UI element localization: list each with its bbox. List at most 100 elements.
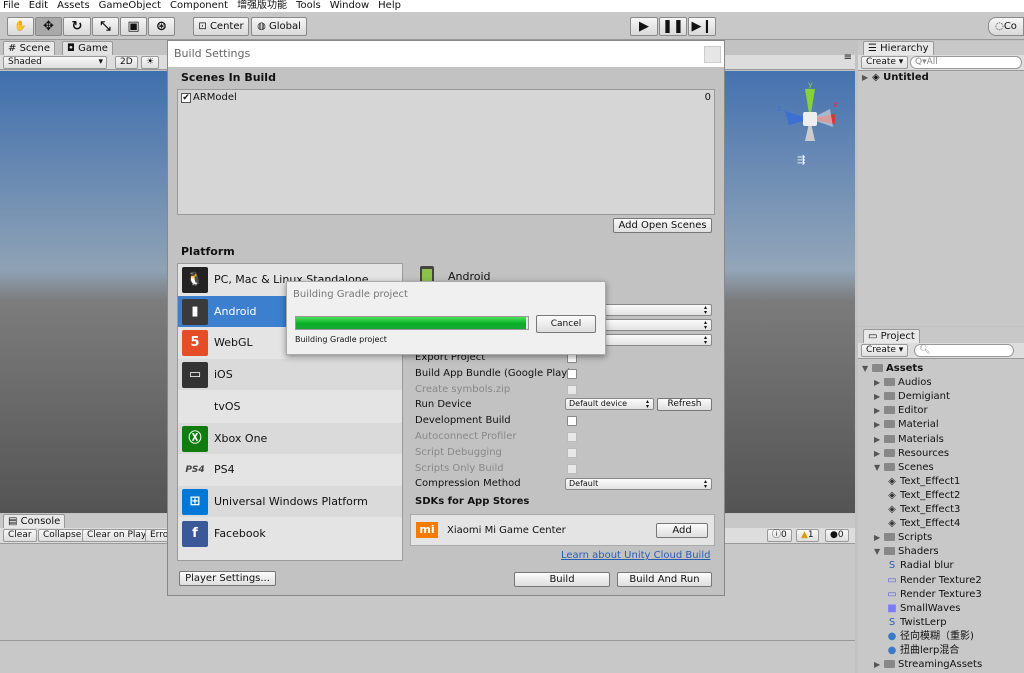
scale-tool-icon[interactable]: ⤡ <box>92 17 119 36</box>
console-error-count[interactable]: ●0 <box>825 529 849 542</box>
menu-item[interactable]: Tools <box>296 0 321 11</box>
rotate-tool-icon[interactable]: ↻ <box>63 17 91 36</box>
menu-item[interactable]: GameObject <box>99 0 161 11</box>
scenes-list[interactable]: ✔ ARModel 0 <box>177 89 715 215</box>
2d-toggle[interactable]: 2D <box>115 56 138 69</box>
menu-item[interactable]: Assets <box>57 0 90 11</box>
collapse-arrow-icon[interactable]: ▶ <box>874 390 884 404</box>
collab-button[interactable]: ◌Co <box>988 17 1024 36</box>
tab-scene[interactable]: # Scene <box>3 41 56 55</box>
run-device-dropdown[interactable]: Default device <box>565 398 654 410</box>
transform-tool-icon[interactable]: ⊛ <box>148 17 175 36</box>
console-warning-count[interactable]: ▲1 <box>796 529 819 542</box>
tab-project[interactable]: ▭ Project <box>863 329 920 343</box>
menu-item[interactable]: Help <box>378 0 401 11</box>
compression-method-dropdown[interactable]: Default <box>565 478 712 490</box>
menu-item[interactable]: Window <box>330 0 369 11</box>
project-item[interactable]: ▶ Materials <box>874 433 944 447</box>
play-button[interactable]: ▶ <box>630 17 658 36</box>
menu-item[interactable]: File <box>3 0 20 11</box>
collapse-arrow-icon[interactable]: ▶ <box>874 418 884 432</box>
collapse-arrow-icon[interactable]: ▶ <box>874 658 884 672</box>
tab-hierarchy[interactable]: ☰ Hierarchy <box>863 41 934 55</box>
tab-console[interactable]: ▤ Console <box>3 514 66 528</box>
hierarchy-root-item[interactable]: ▶ ◈ Untitled <box>862 71 929 85</box>
panel-menu-icon[interactable]: ≡ <box>844 52 852 63</box>
scene-view-right[interactable]: y x z ⇶ <box>725 71 855 513</box>
project-item[interactable]: S TwistLerp <box>886 616 947 630</box>
scene-checkbox[interactable]: ✔ <box>181 93 191 103</box>
setting-checkbox[interactable] <box>567 416 577 427</box>
collapse-arrow-icon[interactable]: ▶ <box>874 447 884 461</box>
move-tool-icon[interactable]: ✥ <box>35 17 62 36</box>
project-search-input[interactable]: 🔍︎ <box>914 344 1014 357</box>
close-button[interactable] <box>704 46 721 63</box>
sdk-add-button[interactable]: Add <box>656 523 708 538</box>
expand-arrow-icon[interactable]: ▼ <box>874 461 884 475</box>
console-collapse-button[interactable]: Collapse <box>38 529 87 542</box>
project-item[interactable]: ▶ StreamingAssets <box>874 658 982 672</box>
project-item[interactable]: ▶ Material <box>874 418 939 432</box>
lighting-toggle-icon[interactable]: ☀ <box>141 56 160 69</box>
setting-checkbox[interactable] <box>567 368 577 379</box>
collapse-arrow-icon[interactable]: ▶ <box>874 404 884 418</box>
project-item[interactable]: ▭ Render Texture2 <box>886 574 981 588</box>
project-item[interactable]: ▶ Scripts <box>874 531 932 545</box>
expand-arrow-icon[interactable]: ▼ <box>874 545 884 559</box>
console-clear-button[interactable]: Clear <box>3 529 37 542</box>
cloud-build-link[interactable]: Learn about Unity Cloud Build <box>561 550 710 561</box>
collapse-arrow-icon[interactable]: ▶ <box>874 376 884 390</box>
collapse-arrow-icon[interactable]: ▶ <box>874 433 884 447</box>
platform-item[interactable]: tvOS <box>178 391 402 422</box>
pivot-global-button[interactable]: ◍ Global <box>251 17 307 36</box>
platform-item[interactable]: f Facebook <box>178 518 402 549</box>
platform-item[interactable]: ▭ iOS <box>178 359 402 391</box>
project-item[interactable]: ◈ Text_Effect1 <box>886 475 960 489</box>
build-and-run-button[interactable]: Build And Run <box>617 572 712 587</box>
project-item[interactable]: ■ SmallWaves <box>886 602 960 616</box>
platform-item[interactable]: Ⓧ Xbox One <box>178 422 402 454</box>
project-item[interactable]: ▶ Demigiant <box>874 390 950 404</box>
project-item[interactable]: ● 扭曲lerp混合 <box>886 644 960 658</box>
project-item[interactable]: ▼ Assets <box>862 362 923 376</box>
project-item[interactable]: ◈ Text_Effect3 <box>886 503 960 517</box>
expand-arrow-icon[interactable]: ▼ <box>862 362 872 376</box>
hand-tool-icon[interactable]: ✋ <box>7 17 34 36</box>
project-item[interactable]: ▶ Editor <box>874 404 928 418</box>
project-item[interactable]: ● 径向模糊（重影) <box>886 630 974 644</box>
menu-item[interactable]: Component <box>170 0 228 11</box>
platform-item[interactable]: PS4 PS4 <box>178 454 402 485</box>
project-item[interactable]: ▶ Resources <box>874 447 949 461</box>
project-create-button[interactable]: Create ▾ <box>861 344 909 357</box>
project-item[interactable]: ◈ Text_Effect4 <box>886 517 960 531</box>
pause-button[interactable]: ❚❚ <box>659 17 687 36</box>
cancel-button[interactable]: Cancel <box>536 315 596 333</box>
project-item[interactable]: ▼ Shaders <box>874 545 939 559</box>
tab-game[interactable]: ◘ Game <box>62 41 113 55</box>
project-item[interactable]: ◈ Text_Effect2 <box>886 489 960 503</box>
project-item[interactable]: ▼ Scenes <box>874 461 934 475</box>
project-item[interactable]: ▭ Render Texture3 <box>886 588 981 602</box>
rect-tool-icon[interactable]: ▣ <box>120 17 147 36</box>
collapse-arrow-icon[interactable]: ▶ <box>874 531 884 545</box>
refresh-button[interactable]: Refresh <box>657 398 712 411</box>
hierarchy-create-button[interactable]: Create ▾ <box>861 56 909 69</box>
scene-gizmo-icon[interactable]: y x z ⇶ <box>775 79 845 169</box>
menu-item[interactable]: 增强版功能 <box>237 0 287 11</box>
console-clear-on-play-button[interactable]: Clear on Play <box>82 529 152 542</box>
hierarchy-panel: ☰ Hierarchy Create ▾ Q▾All ▶ ◈ Untitled <box>858 41 1024 326</box>
project-item[interactable]: ▶ Audios <box>874 376 932 390</box>
hierarchy-search-input[interactable]: Q▾All <box>910 56 1022 69</box>
console-log-count[interactable]: ⓘ0 <box>767 529 792 542</box>
build-button[interactable]: Build <box>514 572 610 587</box>
player-settings-button[interactable]: Player Settings... <box>179 571 276 586</box>
project-item[interactable]: S Radial blur <box>886 559 954 573</box>
add-open-scenes-button[interactable]: Add Open Scenes <box>613 218 712 233</box>
step-button[interactable]: ▶❙ <box>688 17 716 36</box>
xiaomi-mi-icon: mi <box>416 522 438 538</box>
scene-view[interactable] <box>0 71 167 513</box>
pivot-center-button[interactable]: ⊡ Center <box>193 17 249 36</box>
menu-item[interactable]: Edit <box>29 0 48 11</box>
shading-dropdown[interactable]: Shaded ▾ <box>3 56 107 69</box>
platform-item[interactable]: ⊞ Universal Windows Platform <box>178 485 402 517</box>
